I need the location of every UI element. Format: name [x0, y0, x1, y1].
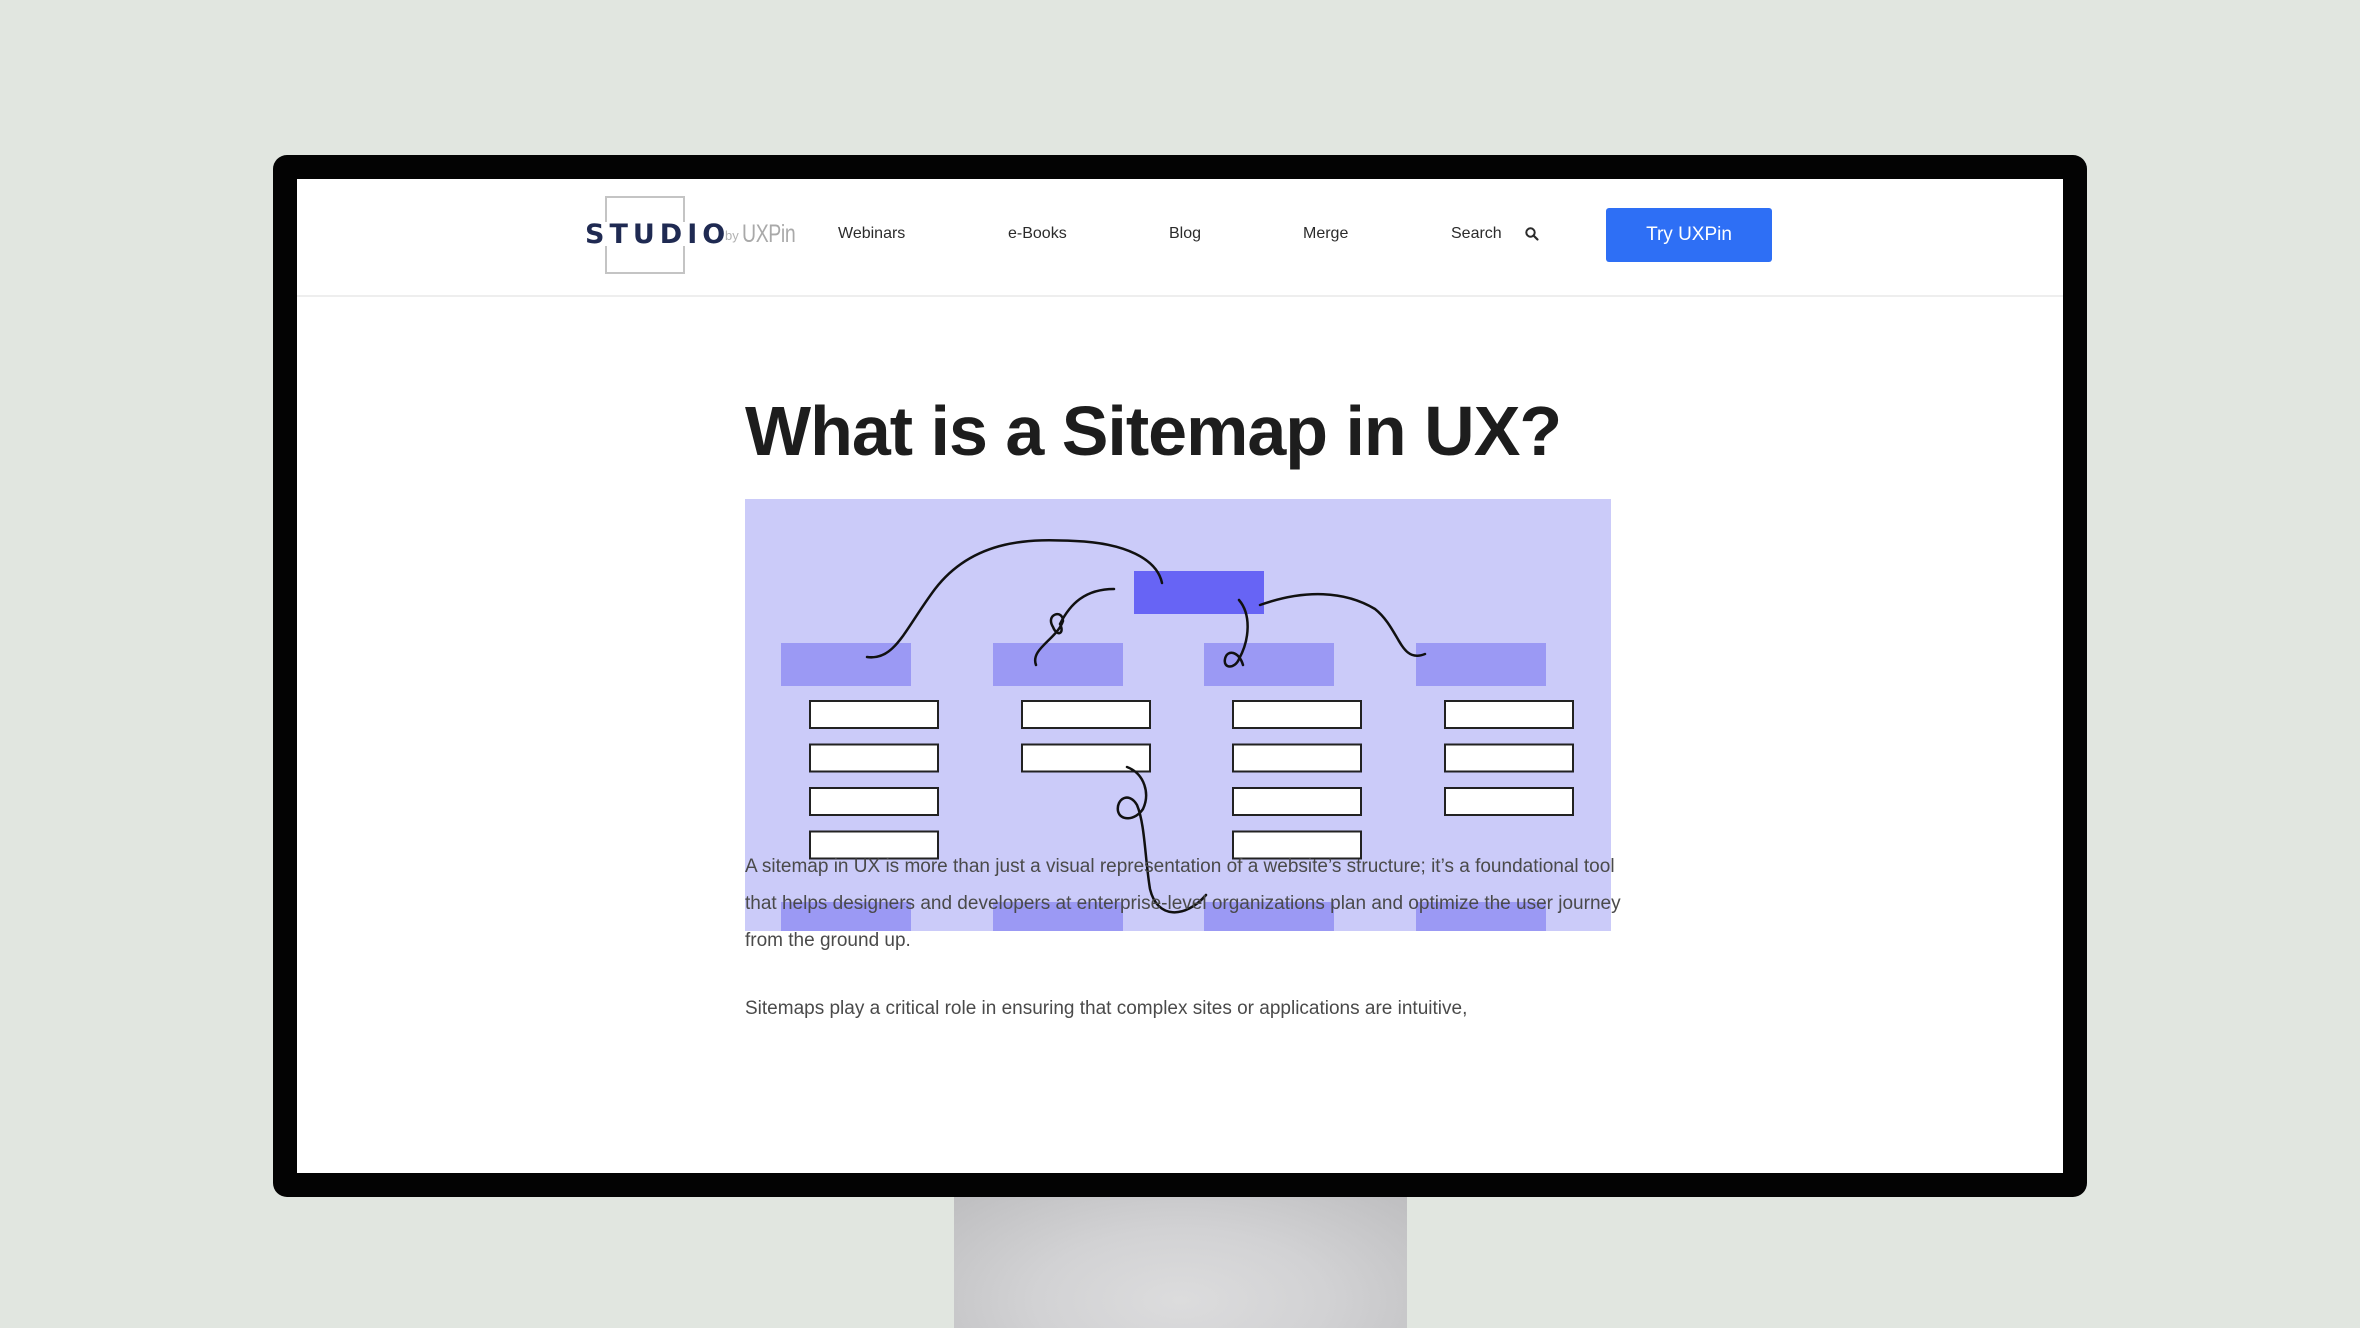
search-icon[interactable]: [1524, 226, 1540, 242]
logo-by: by: [725, 228, 739, 243]
section-node: [1416, 643, 1546, 686]
article-paragraph: A sitemap in UX is more than just a visu…: [745, 856, 1621, 951]
nav-merge[interactable]: Merge: [1303, 225, 1348, 243]
page-node: [1232, 743, 1362, 773]
nav-blog[interactable]: Blog: [1169, 225, 1201, 243]
connector-curve: [865, 539, 1164, 659]
page-node: [809, 743, 939, 773]
logo-brand: UXPin: [742, 220, 796, 248]
page-node: [1021, 700, 1151, 729]
section-node: [993, 643, 1123, 686]
page-node: [1444, 700, 1574, 729]
try-uxpin-button[interactable]: Try UXPin: [1606, 208, 1772, 262]
page-node: [1444, 743, 1574, 773]
nav-ebooks[interactable]: e-Books: [1008, 225, 1067, 243]
page-node: [809, 700, 939, 729]
site-header: STUDIO by UXPin Webinars e-Books Blog Me…: [297, 179, 2063, 297]
article-title: What is a Sitemap in UX?: [745, 392, 1562, 470]
nav-webinars[interactable]: Webinars: [838, 225, 905, 243]
monitor-frame: STUDIO by UXPin Webinars e-Books Blog Me…: [273, 155, 2087, 1197]
browser-viewport: STUDIO by UXPin Webinars e-Books Blog Me…: [297, 179, 2063, 1173]
page-node: [1444, 787, 1574, 816]
article-paragraph: Sitemaps play a critical role in ensurin…: [745, 998, 1468, 1019]
studio-logo[interactable]: STUDIO by UXPin: [585, 196, 805, 274]
page-node: [1232, 787, 1362, 816]
nav-search[interactable]: Search: [1451, 225, 1502, 243]
monitor-stand: [954, 1190, 1407, 1328]
section-node: [1204, 643, 1334, 686]
page-node: [809, 787, 939, 816]
page-node: [1232, 700, 1362, 729]
logo-wordmark: STUDIO: [585, 219, 731, 250]
